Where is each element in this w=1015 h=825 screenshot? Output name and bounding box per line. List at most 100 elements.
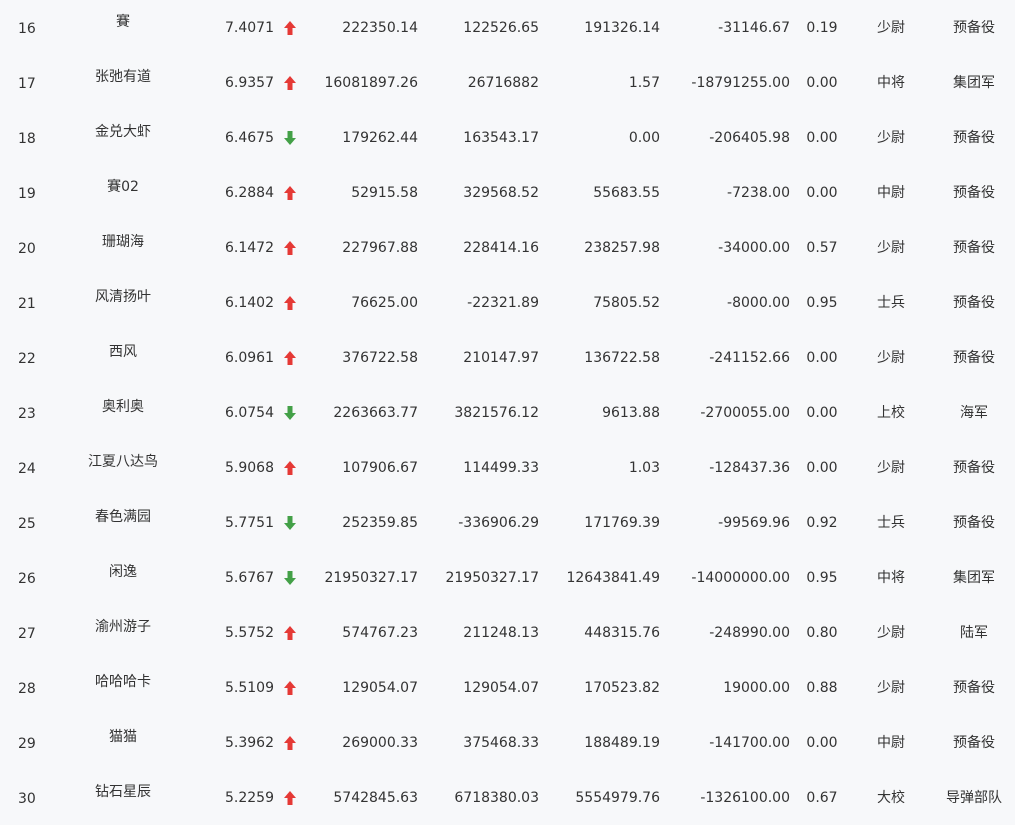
value-cell-3: 5554979.76	[575, 790, 660, 806]
rank-cell: 22	[18, 351, 36, 367]
value-cell-2: -336906.29	[458, 515, 539, 531]
trader-name: 渝州游子	[95, 619, 151, 635]
table-row[interactable]: 29 猫猫 5.3962 269000.33 375468.33 188489.19 -14…	[0, 715, 1015, 770]
ratio-cell: 0.00	[806, 350, 838, 366]
unit-cell: 预备役	[953, 20, 995, 36]
score-cell: 5.3962	[225, 735, 274, 751]
military-rank-cell: 士兵	[877, 295, 905, 311]
arrow-up-icon	[283, 349, 297, 367]
trader-name: 哈哈哈卡	[95, 674, 151, 690]
value-cell-4: -14000000.00	[691, 570, 790, 586]
rank-cell: 18	[18, 131, 36, 147]
score-cell: 5.6767	[225, 570, 274, 586]
score-cell: 6.1402	[225, 295, 274, 311]
table-row[interactable]: 18 金兑大虾 6.4675 179262.44 163543.17 0.00 -20640…	[0, 110, 1015, 165]
value-cell-4: -8000.00	[727, 295, 790, 311]
rank-cell: 25	[18, 516, 36, 532]
arrow-up-icon	[283, 459, 297, 477]
trader-name: 珊瑚海	[102, 234, 144, 250]
table-row[interactable]: 20 珊瑚海 6.1472 227967.88 228414.16 238257.98 -3…	[0, 220, 1015, 275]
military-rank-cell: 少尉	[877, 625, 905, 641]
military-rank-cell: 少尉	[877, 350, 905, 366]
military-rank-cell: 少尉	[877, 240, 905, 256]
score-cell: 6.1472	[225, 240, 274, 256]
value-cell-2: 129054.07	[463, 680, 539, 696]
ratio-cell: 0.00	[806, 185, 838, 201]
ratio-cell: 0.95	[806, 295, 838, 311]
table-row[interactable]: 28 哈哈哈卡 5.5109 129054.07 129054.07 170523.82 1…	[0, 660, 1015, 715]
arrow-up-icon	[283, 74, 297, 92]
table-row[interactable]: 27 渝州游子 5.5752 574767.23 211248.13 448315.76 -…	[0, 605, 1015, 660]
trader-name: 风清扬叶	[95, 289, 151, 305]
unit-cell: 陆军	[960, 625, 988, 641]
score-cell: 6.2884	[225, 185, 274, 201]
value-cell-4: -248990.00	[709, 625, 790, 641]
rank-cell: 16	[18, 21, 36, 37]
value-cell-1: 227967.88	[342, 240, 418, 256]
table-row[interactable]: 17 张弛有道 6.9357 16081897.26 26716882 1.57 -1879…	[0, 55, 1015, 110]
table-row[interactable]: 21 风清扬叶 6.1402 76625.00 -22321.89 75805.52 -80…	[0, 275, 1015, 330]
table-row[interactable]: 25 春色满园 5.7751 252359.85 -336906.29 171769.39…	[0, 495, 1015, 550]
trader-name: 奥利奥	[102, 399, 144, 415]
value-cell-3: 188489.19	[584, 735, 660, 751]
military-rank-cell: 少尉	[877, 130, 905, 146]
value-cell-2: 114499.33	[463, 460, 539, 476]
value-cell-4: -128437.36	[709, 460, 790, 476]
value-cell-3: 1.03	[628, 460, 660, 476]
table-row[interactable]: 26 闲逸 5.6767 21950327.17 21950327.17 12643841…	[0, 550, 1015, 605]
unit-cell: 集团军	[953, 570, 995, 586]
table-row[interactable]: 22 西风 6.0961 376722.58 210147.97 136722.58 -24…	[0, 330, 1015, 385]
unit-cell: 预备役	[953, 185, 995, 201]
table-row[interactable]: 24 江夏八达鸟 5.9068 107906.67 114499.33 1.03 -1284…	[0, 440, 1015, 495]
value-cell-2: 329568.52	[463, 185, 539, 201]
rank-cell: 23	[18, 406, 36, 422]
unit-cell: 导弹部队	[946, 790, 1002, 806]
value-cell-1: 52915.58	[351, 185, 418, 201]
value-cell-3: 9613.88	[602, 405, 660, 421]
rank-cell: 24	[18, 461, 36, 477]
ratio-cell: 0.00	[806, 75, 838, 91]
value-cell-4: -2700055.00	[700, 405, 790, 421]
table-row[interactable]: 30 钻石星辰 5.2259 5742845.63 6718380.03 5554979.…	[0, 770, 1015, 825]
value-cell-2: 228414.16	[463, 240, 539, 256]
ratio-cell: 0.67	[806, 790, 838, 806]
rank-cell: 28	[18, 681, 36, 697]
value-cell-4: -206405.98	[709, 130, 790, 146]
value-cell-1: 16081897.26	[324, 75, 418, 91]
value-cell-2: 122526.65	[463, 20, 539, 36]
unit-cell: 海军	[960, 405, 988, 421]
arrow-down-icon	[283, 569, 297, 587]
unit-cell: 预备役	[953, 240, 995, 256]
ratio-cell: 0.00	[806, 405, 838, 421]
value-cell-1: 76625.00	[351, 295, 418, 311]
score-cell: 5.5109	[225, 680, 274, 696]
arrow-up-icon	[283, 624, 297, 642]
arrow-down-icon	[283, 129, 297, 147]
score-cell: 6.9357	[225, 75, 274, 91]
value-cell-1: 252359.85	[342, 515, 418, 531]
score-cell: 7.4071	[225, 20, 274, 36]
table-row[interactable]: 23 奥利奥 6.0754 2263663.77 3821576.12 9613.88 -2…	[0, 385, 1015, 440]
unit-cell: 预备役	[953, 350, 995, 366]
value-cell-1: 107906.67	[342, 460, 418, 476]
value-cell-1: 269000.33	[342, 735, 418, 751]
table-row[interactable]: 19 賽02 6.2884 52915.58 329568.52 55683.55 -723…	[0, 165, 1015, 220]
unit-cell: 预备役	[953, 680, 995, 696]
trader-name: 金兑大虾	[95, 124, 151, 140]
table-row[interactable]: 16 賽 7.4071 222350.14 122526.65 191326.14 -311…	[0, 0, 1015, 55]
unit-cell: 预备役	[953, 460, 995, 476]
score-cell: 5.9068	[225, 460, 274, 476]
military-rank-cell: 大校	[877, 790, 905, 806]
rank-cell: 27	[18, 626, 36, 642]
value-cell-3: 238257.98	[584, 240, 660, 256]
arrow-up-icon	[283, 679, 297, 697]
rank-cell: 19	[18, 186, 36, 202]
arrow-down-icon	[283, 514, 297, 532]
score-cell: 5.7751	[225, 515, 274, 531]
military-rank-cell: 中将	[877, 570, 905, 586]
value-cell-3: 55683.55	[593, 185, 660, 201]
value-cell-4: -141700.00	[709, 735, 790, 751]
military-rank-cell: 中将	[877, 75, 905, 91]
ratio-cell: 0.88	[806, 680, 838, 696]
value-cell-2: 210147.97	[463, 350, 539, 366]
